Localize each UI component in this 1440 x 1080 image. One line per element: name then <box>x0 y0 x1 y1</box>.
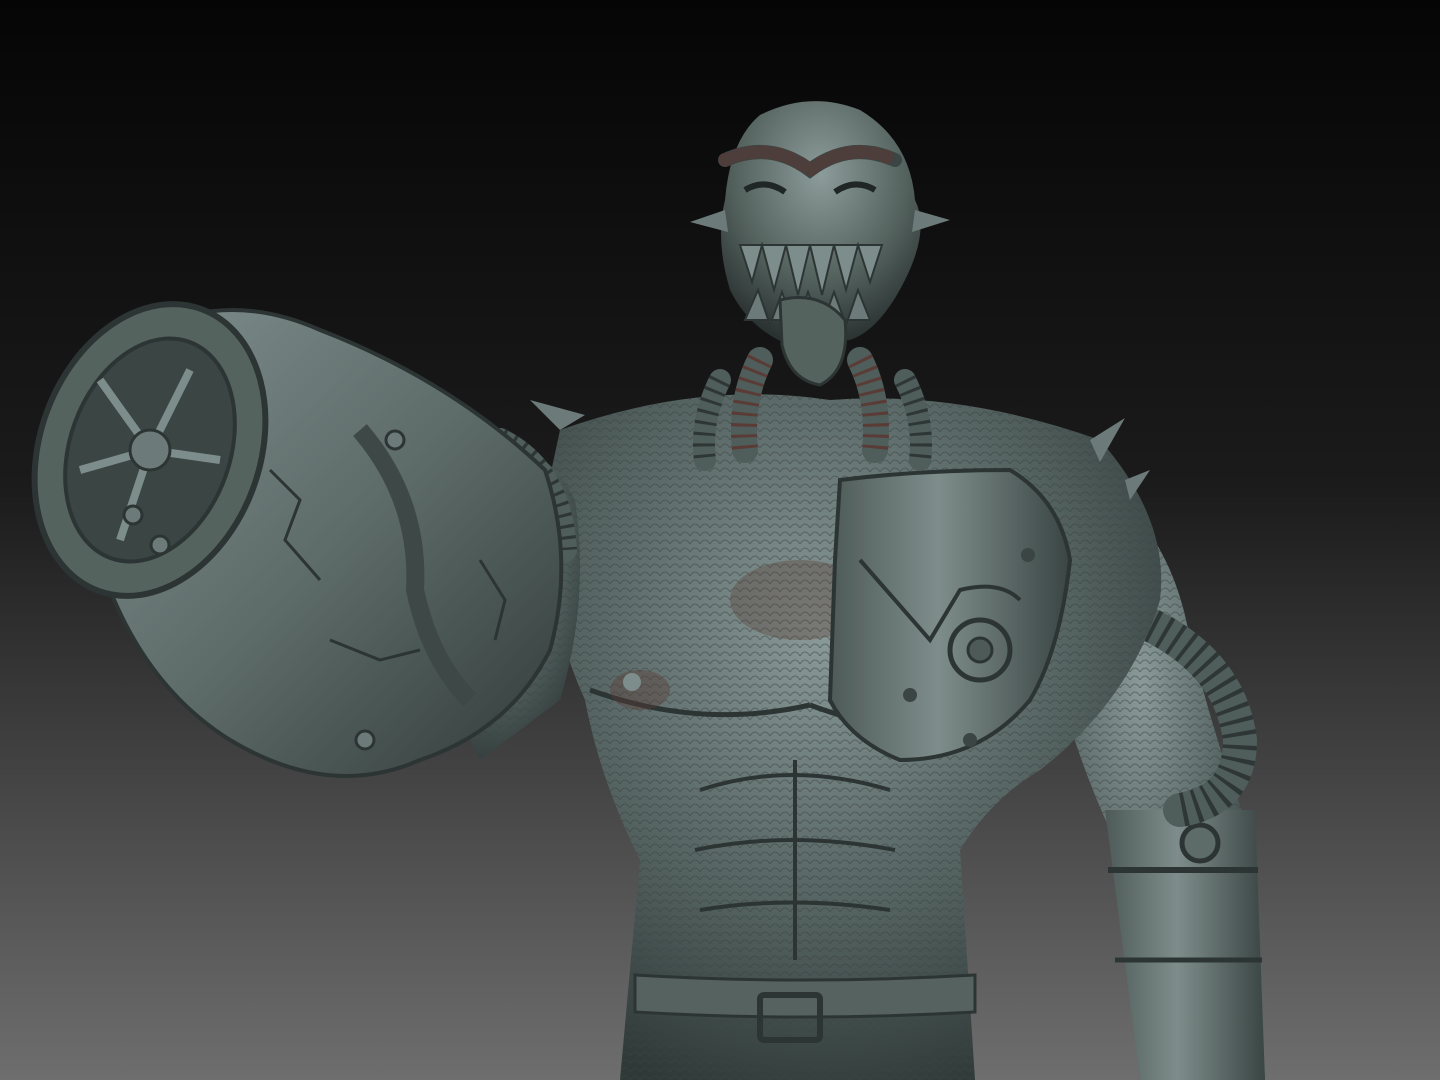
nipple <box>623 673 641 691</box>
sculpt-viewport[interactable] <box>0 0 1440 1080</box>
bracer-bolt <box>1179 822 1221 864</box>
creature-sculpt-render <box>0 0 1440 1080</box>
